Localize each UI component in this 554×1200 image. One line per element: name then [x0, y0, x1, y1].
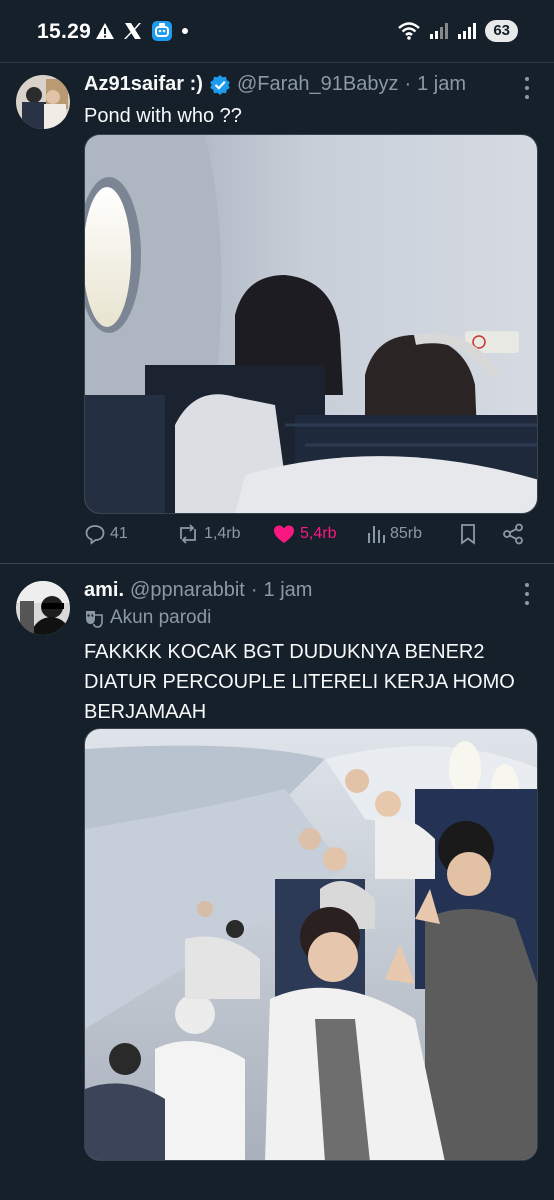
repost-button[interactable]: 1,4rb [176, 523, 240, 545]
tweet-text-line: FAKKKK KOCAK BGT DUDUKNYA BENER2 [84, 641, 485, 663]
x-logo-icon [124, 23, 141, 39]
bookmark-button[interactable] [458, 523, 478, 545]
handle[interactable]: @ppnarabbit [130, 579, 245, 602]
like-count: 5,4rb [300, 525, 337, 542]
tweet[interactable]: ami. @ppnarabbit · 1 jam Akun parodi FAK… [0, 565, 554, 1200]
tweet-actions: 41 1,4rb 5,4rb 85rb [84, 523, 534, 559]
tweet-media-photo[interactable] [84, 728, 538, 1161]
avatar[interactable] [16, 75, 70, 129]
status-bar: 15.29 63 [0, 0, 554, 62]
repost-count: 1,4rb [204, 525, 241, 542]
status-time: 15.29 [37, 20, 92, 43]
views-button[interactable]: 85rb [366, 523, 422, 545]
avatar[interactable] [16, 581, 70, 635]
separator-dot: · [250, 579, 258, 601]
reply-icon [85, 525, 105, 545]
bookmark-icon [461, 524, 475, 545]
handle[interactable]: @Farah_91Babyz [237, 73, 399, 96]
tweet-text: Pond with who ?? [84, 105, 242, 127]
status-left-icons [95, 20, 189, 42]
reply-count: 41 [110, 525, 128, 542]
tweet-text: FAKKKK KOCAK BGT DUDUKNYA BENER2 DIATUR … [84, 637, 515, 727]
warning-icon [96, 23, 114, 39]
like-button[interactable]: 5,4rb [272, 523, 336, 545]
battery-indicator: 63 [485, 20, 518, 42]
views-icon [368, 526, 385, 543]
tweet[interactable]: Az91saifar :) @Farah_91Babyz · 1 jam Pon… [0, 62, 554, 564]
tweet-header: Az91saifar :) @Farah_91Babyz · 1 jam [84, 73, 466, 96]
more-options-icon[interactable] [522, 77, 532, 99]
tweet-header: ami. @ppnarabbit · 1 jam [84, 579, 312, 602]
wifi-icon [398, 22, 421, 40]
parody-mask-icon [86, 611, 103, 628]
display-name[interactable]: ami. [84, 579, 124, 602]
app-icon [152, 21, 172, 41]
verified-badge-icon [210, 74, 230, 95]
signal-icon [458, 23, 477, 39]
repost-icon [180, 524, 196, 544]
timestamp[interactable]: 1 jam [264, 579, 313, 602]
parody-label: Akun parodi [84, 607, 211, 629]
bottom-edge [0, 1186, 554, 1200]
dot-icon [182, 28, 188, 34]
tweet-text-line: DIATUR PERCOUPLE LITERELI KERJA HOMO [84, 671, 515, 693]
share-button[interactable] [502, 523, 524, 545]
display-name[interactable]: Az91saifar :) [84, 73, 203, 96]
view-count: 85rb [390, 525, 423, 542]
more-options-icon[interactable] [522, 583, 532, 605]
signal-icon [430, 23, 449, 39]
tweet-media-photo[interactable] [84, 134, 538, 514]
tweet-text-line: BERJAMAAH [84, 701, 207, 723]
separator-dot: · [404, 73, 412, 95]
share-icon [503, 523, 523, 545]
timestamp[interactable]: 1 jam [417, 73, 466, 96]
reply-button[interactable]: 41 [84, 523, 128, 545]
parody-label-text: Akun parodi [110, 607, 212, 628]
status-right-icons: 63 [397, 20, 518, 42]
heart-filled-icon [274, 525, 294, 543]
